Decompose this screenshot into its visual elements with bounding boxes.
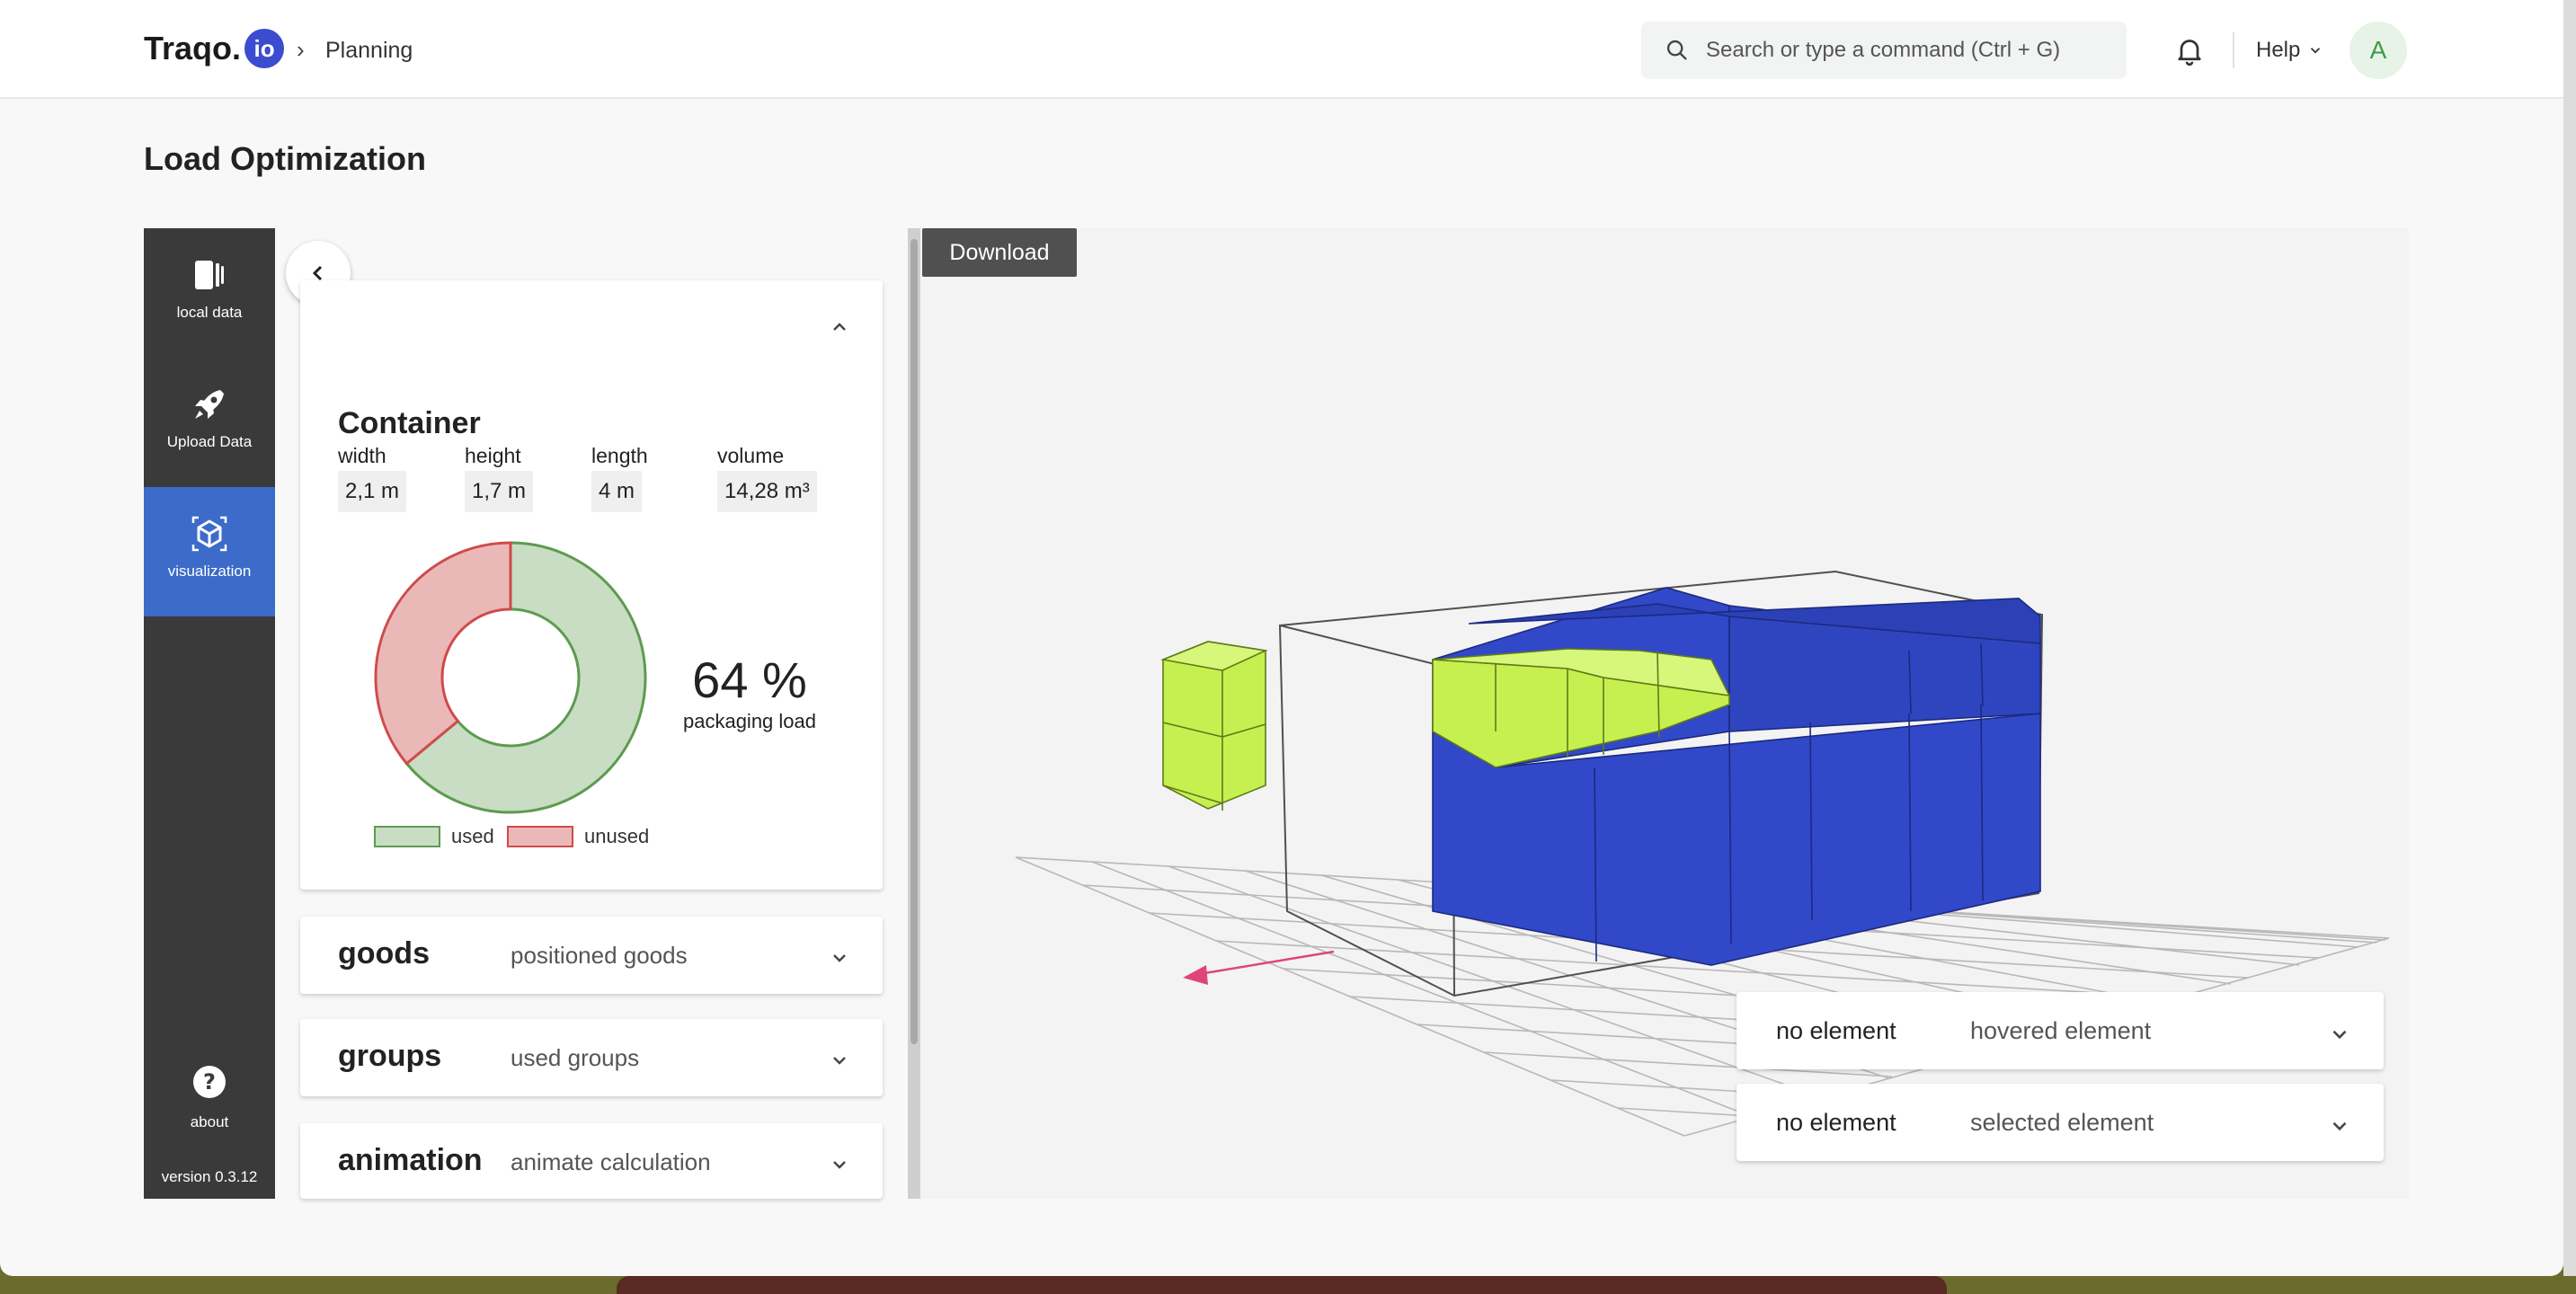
legend-used: used bbox=[374, 825, 494, 848]
animation-accordion[interactable]: animation animate calculation bbox=[300, 1123, 883, 1199]
accordion-subtitle: animate calculation bbox=[511, 1148, 711, 1175]
panel-splitter-handle[interactable] bbox=[910, 239, 918, 1044]
sidebar: local data Upload Data visualization ? a… bbox=[144, 228, 275, 1199]
container-title: Container bbox=[338, 406, 481, 440]
chevron-down-icon bbox=[2311, 48, 2321, 54]
selected-element-panel[interactable]: no element selected element bbox=[1737, 1084, 2384, 1161]
width-value: 2,1 m bbox=[338, 471, 407, 512]
chevron-right-icon: › bbox=[297, 36, 305, 63]
hovered-element-label: hovered element bbox=[1970, 1017, 2152, 1044]
search-input[interactable]: Search or type a command (Ctrl + G) bbox=[1641, 22, 2127, 79]
cube-icon bbox=[191, 516, 227, 552]
svg-text:?: ? bbox=[203, 1069, 216, 1095]
about-label: about bbox=[190, 1113, 229, 1130]
search-icon bbox=[1666, 40, 1687, 60]
load-percent: 64 % bbox=[692, 651, 807, 708]
help-label: Help bbox=[2256, 38, 2301, 62]
chevron-up-icon[interactable] bbox=[829, 316, 850, 338]
app-window: Traqo. io › Planning Search or type a co… bbox=[0, 0, 2563, 1276]
sidebar-item-label: local data bbox=[176, 304, 243, 321]
logo-badge: io bbox=[244, 29, 285, 68]
bell-icon[interactable] bbox=[2173, 34, 2206, 66]
width-label: width bbox=[338, 444, 386, 467]
version-label: version 0.3.12 bbox=[161, 1168, 258, 1185]
chevron-down-icon bbox=[2332, 1030, 2347, 1040]
legend-unused-label: unused bbox=[584, 825, 650, 847]
sidebar-item-about[interactable]: ? about bbox=[144, 1064, 275, 1131]
length-label: length bbox=[591, 444, 648, 467]
selected-element-value: no element bbox=[1776, 1109, 1896, 1136]
chevron-down-icon bbox=[833, 1057, 846, 1065]
sidebar-item-label: Upload Data bbox=[166, 433, 253, 450]
height-value: 1,7 m bbox=[465, 471, 534, 512]
download-button[interactable]: Download bbox=[922, 228, 1077, 277]
volume-value: 14,28 m³ bbox=[717, 471, 817, 512]
selected-element-label: selected element bbox=[1970, 1109, 2154, 1136]
app-logo[interactable]: Traqo. io bbox=[144, 29, 285, 68]
legend-unused: unused bbox=[507, 825, 649, 848]
accordion-title: animation bbox=[338, 1143, 483, 1177]
volume-label: volume bbox=[717, 444, 785, 467]
avatar[interactable]: A bbox=[2349, 22, 2407, 79]
search-placeholder: Search or type a command (Ctrl + G) bbox=[1706, 38, 2061, 62]
height-label: height bbox=[465, 444, 521, 467]
legend-used-swatch bbox=[374, 826, 440, 847]
accordion-title: groups bbox=[338, 1039, 442, 1073]
packaging-donut-chart bbox=[374, 541, 647, 814]
help-menu-button[interactable]: Help bbox=[2256, 38, 2323, 63]
rocket-icon bbox=[195, 390, 224, 419]
sidebar-item-local-data[interactable]: local data bbox=[144, 228, 275, 358]
legend-used-label: used bbox=[451, 825, 494, 847]
chevron-down-icon bbox=[833, 954, 846, 962]
accordion-subtitle: used groups bbox=[511, 1044, 640, 1071]
page-scrollbar[interactable] bbox=[2563, 0, 2576, 1276]
logo-text: Traqo. bbox=[144, 30, 242, 66]
goods-stack bbox=[1432, 587, 2041, 966]
header-divider bbox=[2233, 32, 2234, 68]
local-data-icon bbox=[195, 261, 224, 289]
top-bar: Traqo. io › Planning Search or type a co… bbox=[0, 0, 2563, 99]
sidebar-item-label: visualization bbox=[167, 563, 252, 580]
help-circle-icon: ? bbox=[193, 1066, 226, 1098]
accordion-subtitle: positioned goods bbox=[511, 942, 688, 969]
breadcrumb[interactable]: Planning bbox=[325, 38, 413, 64]
goods-accordion[interactable]: goods positioned goods bbox=[300, 917, 883, 994]
container-card: Container width 2,1 m height 1,7 m lengt… bbox=[300, 280, 883, 890]
sidebar-item-visualization[interactable]: visualization bbox=[144, 487, 275, 616]
chevron-down-icon bbox=[833, 1161, 846, 1169]
load-label: packaging load bbox=[682, 710, 816, 732]
chevron-down-icon bbox=[2332, 1121, 2347, 1131]
os-dock bbox=[617, 1276, 1947, 1294]
page-title: Load Optimization bbox=[144, 140, 426, 177]
length-value: 4 m bbox=[591, 471, 643, 512]
accordion-title: goods bbox=[338, 936, 430, 970]
hovered-element-value: no element bbox=[1776, 1017, 1896, 1044]
hovered-element-panel[interactable]: no element hovered element bbox=[1737, 992, 2384, 1069]
legend-unused-swatch bbox=[507, 826, 573, 847]
sidebar-item-upload-data[interactable]: Upload Data bbox=[144, 358, 275, 487]
groups-accordion[interactable]: groups used groups bbox=[300, 1019, 883, 1096]
donut-unused-slice bbox=[374, 541, 512, 766]
